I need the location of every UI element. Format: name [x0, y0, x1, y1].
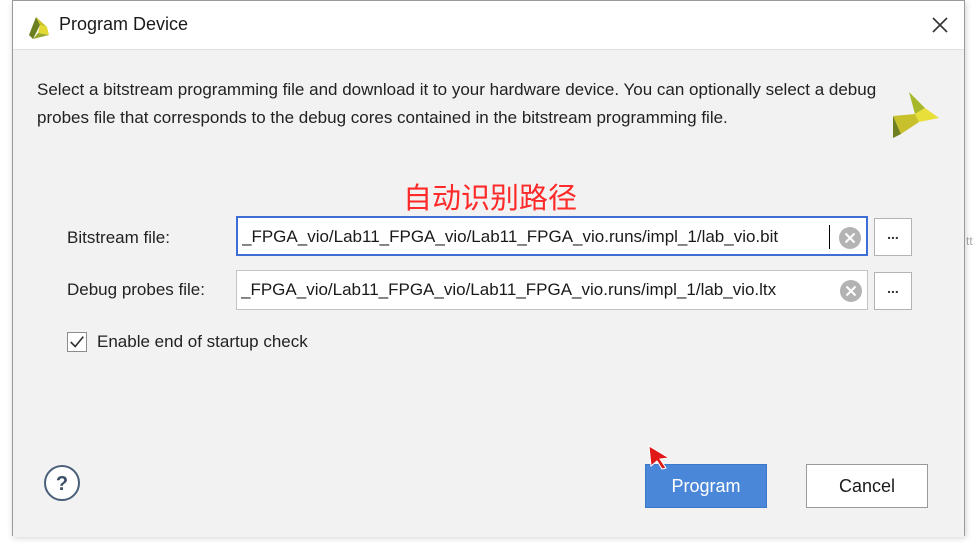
- program-device-dialog: Program Device Select a bitstream progra…: [12, 0, 965, 537]
- annotation-text: 自动识别路径: [403, 181, 578, 215]
- close-icon[interactable]: [922, 7, 958, 43]
- help-glyph: ?: [56, 473, 68, 495]
- clear-icon[interactable]: [838, 226, 862, 250]
- bitstream-input[interactable]: _FPGA_vio/Lab11_FPGA_vio/Lab11_FPGA_vio.…: [236, 216, 868, 256]
- cancel-button[interactable]: Cancel: [806, 464, 928, 508]
- startup-check-checkbox[interactable]: [67, 332, 87, 352]
- probes-label: Debug probes file:: [67, 280, 205, 299]
- bitstream-value: _FPGA_vio/Lab11_FPGA_vio/Lab11_FPGA_vio.…: [242, 227, 779, 246]
- startup-check-label[interactable]: Enable end of startup check: [97, 332, 308, 352]
- probes-browse-button[interactable]: ...: [874, 272, 912, 310]
- probes-input[interactable]: _FPGA_vio/Lab11_FPGA_vio/Lab11_FPGA_vio.…: [236, 270, 868, 310]
- title-bar: Program Device: [13, 1, 964, 49]
- checkmark-icon: [70, 336, 84, 348]
- background-window-text: tt: [966, 234, 973, 248]
- text-caret: [829, 225, 830, 249]
- probes-value: _FPGA_vio/Lab11_FPGA_vio/Lab11_FPGA_vio.…: [241, 280, 777, 299]
- bitstream-browse-button[interactable]: ...: [874, 218, 912, 256]
- xilinx-logo-icon: [893, 92, 939, 138]
- help-icon: ?: [44, 465, 80, 501]
- program-button[interactable]: Program: [645, 464, 767, 508]
- dialog-body: Select a bitstream programming file and …: [13, 49, 964, 537]
- clear-icon[interactable]: [839, 279, 863, 303]
- vivado-logo-icon: [29, 17, 49, 39]
- bitstream-label: Bitstream file:: [67, 228, 170, 247]
- help-button[interactable]: ?: [43, 464, 81, 502]
- cursor-arrow-icon: [648, 445, 671, 470]
- dialog-description: Select a bitstream programming file and …: [37, 80, 877, 127]
- dialog-title: Program Device: [59, 14, 189, 34]
